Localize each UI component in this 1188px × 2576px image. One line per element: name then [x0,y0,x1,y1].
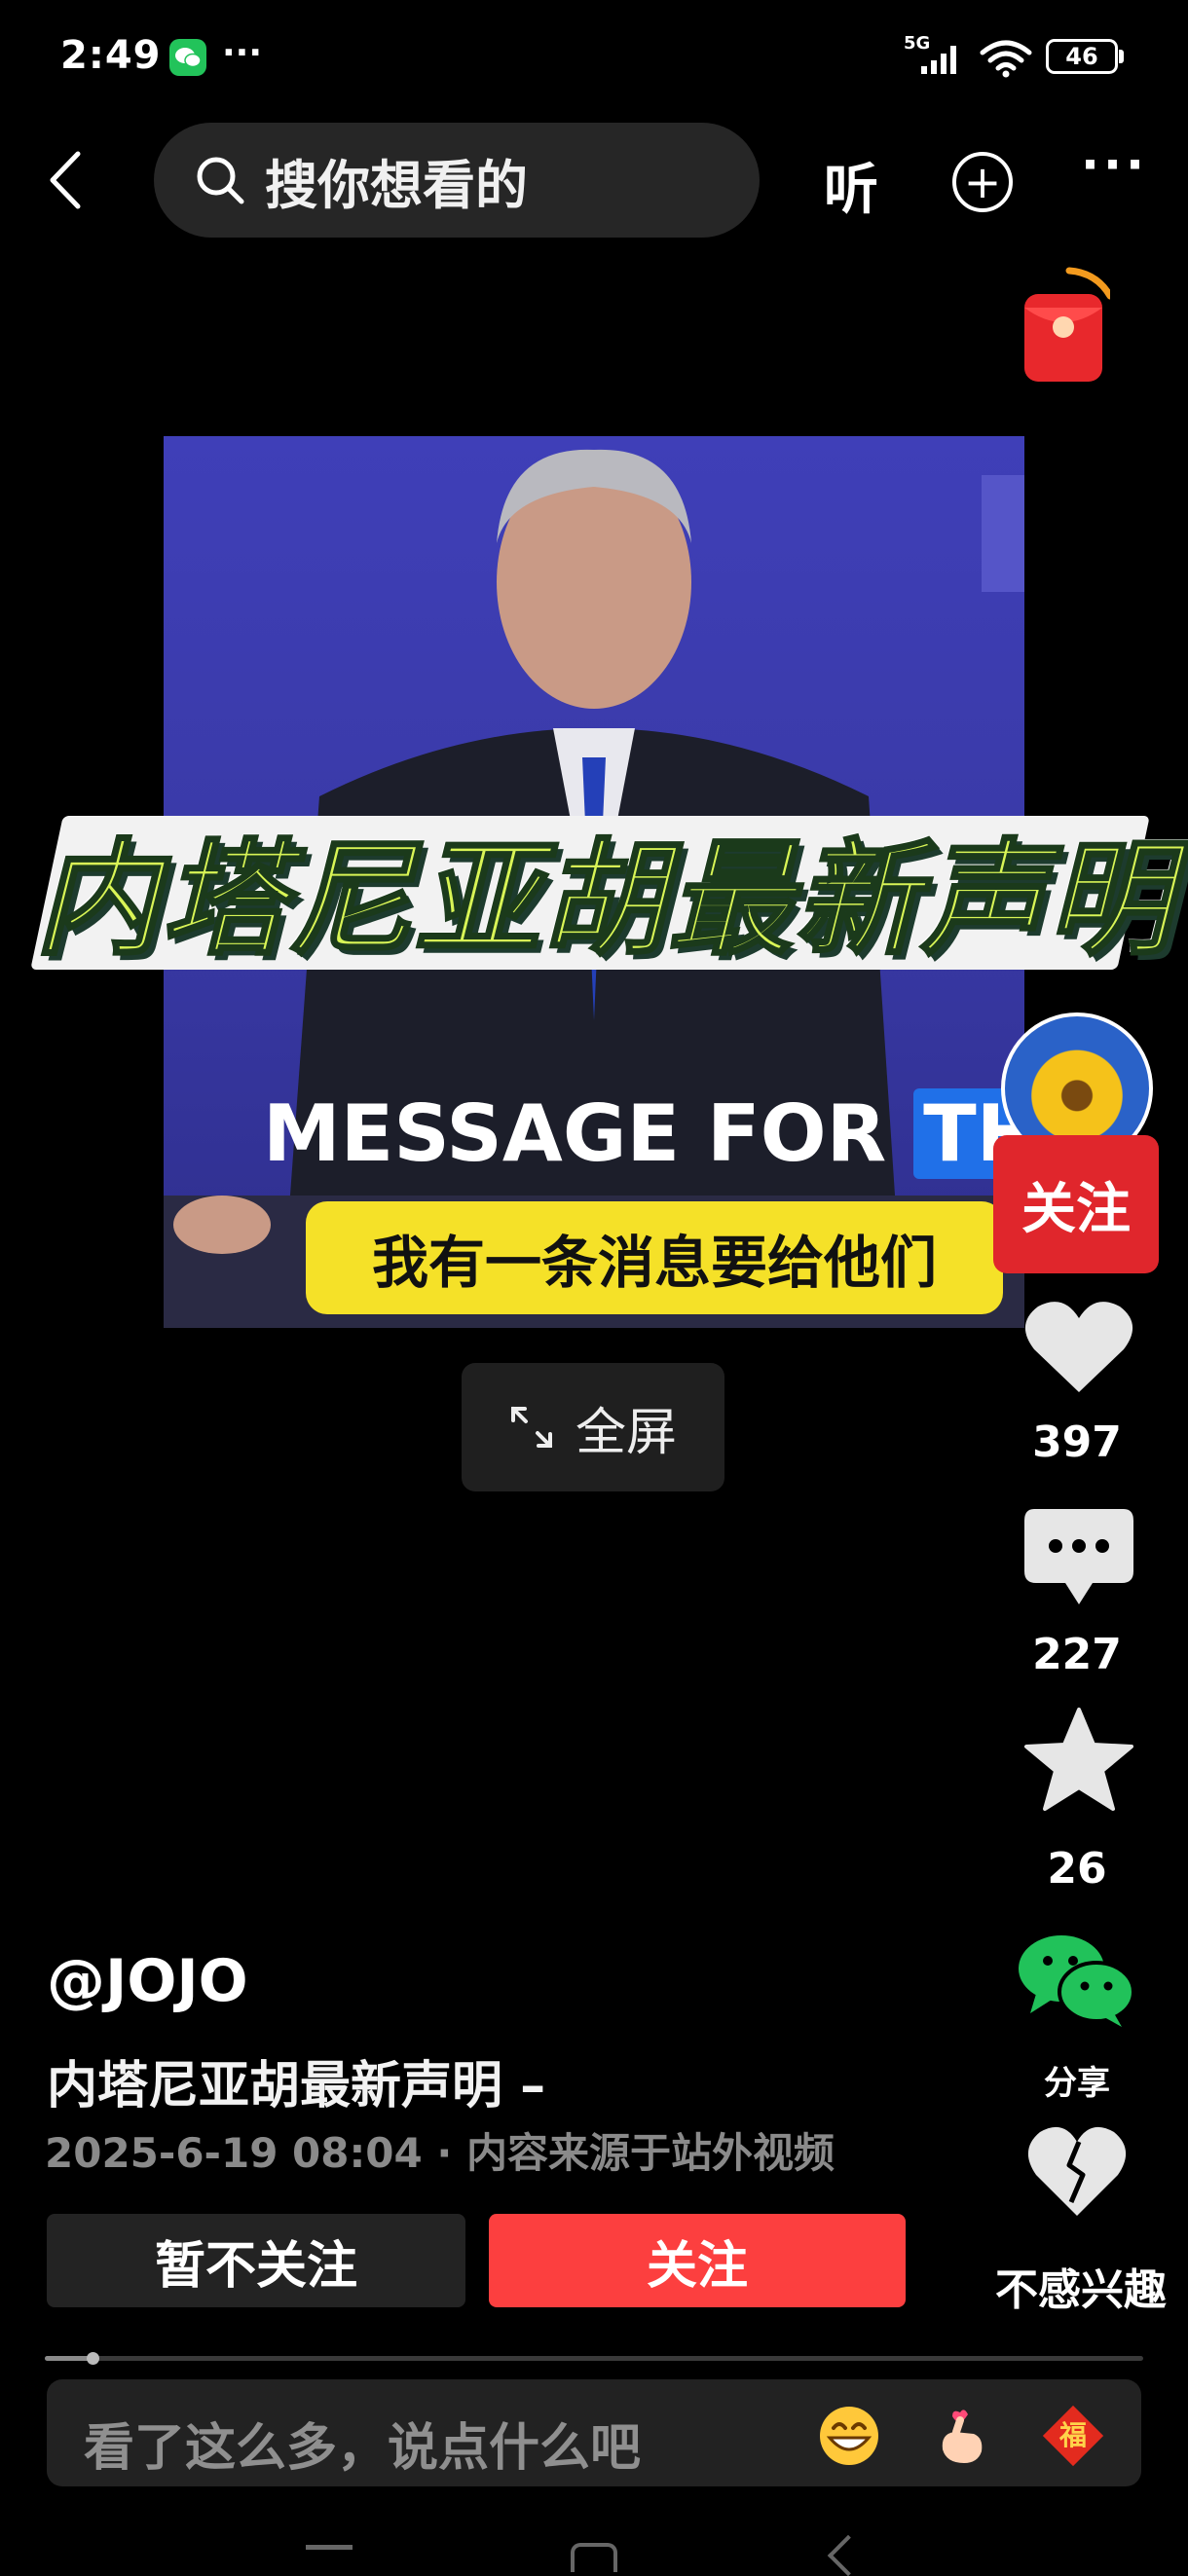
nav-home-button[interactable] [571,2543,617,2572]
post-description: 内塔尼亚胡最新声明 – [47,2057,546,2116]
expand-icon [510,1407,552,1448]
broken-heart-icon[interactable] [1024,2122,1130,2220]
like-heart-icon[interactable] [1021,1295,1137,1400]
nav-recents-button[interactable] [306,2545,353,2550]
fu-emoji-icon[interactable]: 福 [1042,2405,1104,2467]
message-prefix: MESSAGE FOR [263,1088,914,1179]
grin-emoji-icon[interactable] [818,2405,880,2467]
progress-handle[interactable] [86,2352,99,2365]
progress-track[interactable] [45,2356,1143,2361]
favorite-star-icon[interactable] [1021,1706,1137,1819]
favorites-count: 26 [1047,1844,1107,1894]
search-bar[interactable]: 搜你想看的 [154,123,760,238]
wechat-share-icon[interactable] [1017,1932,1137,2029]
wifi-icon [980,40,1032,78]
fu-label: 福 [1058,2419,1087,2451]
author-handle[interactable]: @JOJO [47,1947,248,2015]
finger-heart-emoji-icon[interactable] [931,2405,993,2467]
post-meta: 2025-6-19 08:04 · 内容来源于站外视频 [45,2129,835,2177]
signal-icon [921,46,956,74]
add-button[interactable]: + [952,152,1013,212]
battery-indicator: 46 [1046,39,1118,74]
video-subtitle: 我有一条消息要给他们 [306,1201,1003,1314]
status-time: 2:49 [60,33,162,78]
search-placeholder: 搜你想看的 [265,154,528,216]
comments-count: 227 [1032,1630,1122,1679]
likes-count: 397 [1032,1417,1122,1467]
status-more-dots: ··· [222,33,263,73]
video-message-text: MESSAGE FOR THE [263,1088,1105,1179]
comment-icon[interactable] [1021,1507,1137,1608]
video-caption-title: 内塔尼亚胡最新声明 [33,827,1175,975]
follow-rail-button[interactable]: 关注 [993,1135,1159,1273]
progress-fill [45,2356,93,2361]
wechat-notification-icon [169,39,206,76]
search-icon [197,157,244,204]
not-interested-label[interactable]: 不感兴趣 [974,2255,1188,2317]
comment-placeholder: 看了这么多，说点什么吧 [84,2419,642,2478]
listen-button[interactable]: 听 [824,146,878,225]
back-arrow-icon[interactable] [39,146,97,214]
nav-back-button[interactable] [827,2534,870,2576]
battery-tip [1119,50,1124,63]
fullscreen-button[interactable]: 全屏 [462,1363,724,1491]
not-now-button[interactable]: 暂不关注 [47,2214,465,2307]
fullscreen-label: 全屏 [575,1403,677,1462]
more-options-button[interactable]: ··· [1081,136,1148,193]
follow-button[interactable]: 关注 [489,2214,906,2307]
plus-icon: + [963,156,1002,208]
share-label: 分享 [1044,2064,1110,2103]
red-envelope-icon[interactable] [1021,265,1110,386]
